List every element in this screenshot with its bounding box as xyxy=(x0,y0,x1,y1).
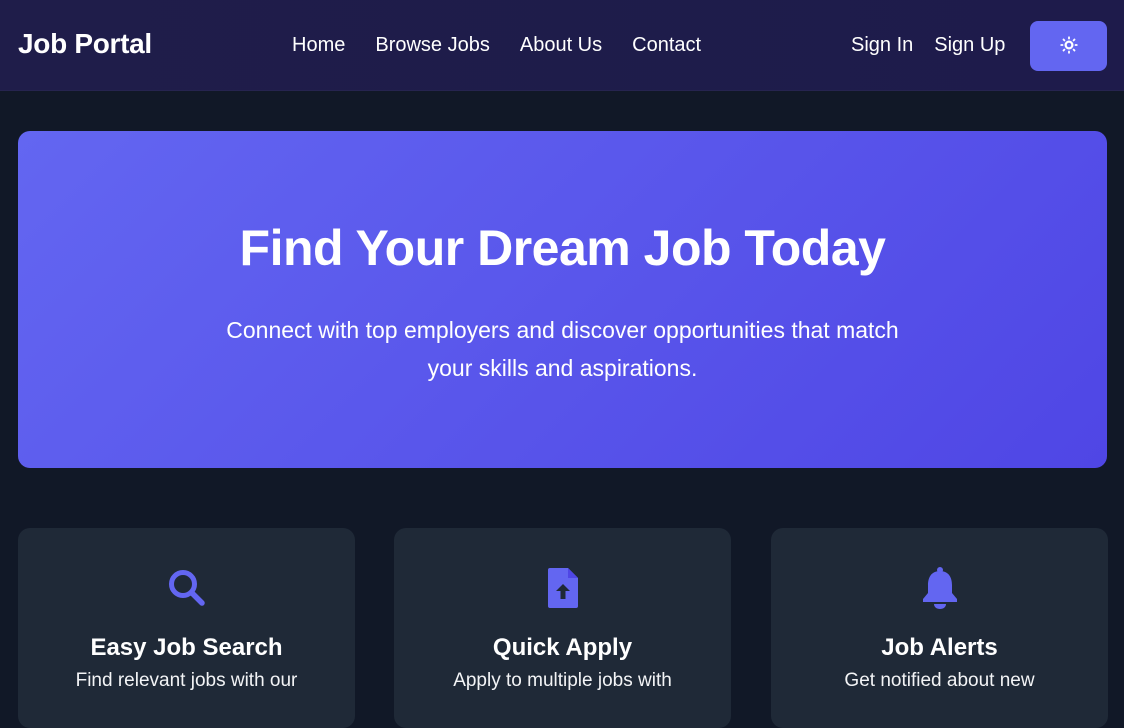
hero-banner: Find Your Dream Job Today Connect with t… xyxy=(18,131,1107,468)
bell-icon xyxy=(771,566,1108,610)
feature-title: Job Alerts xyxy=(881,634,998,661)
search-icon xyxy=(18,566,355,610)
feature-title: Quick Apply xyxy=(492,634,633,661)
file-upload-icon xyxy=(394,566,731,610)
nav-link-contact[interactable]: Contact xyxy=(632,34,701,57)
sign-up-link[interactable]: Sign Up xyxy=(934,34,1005,57)
feature-text: Apply to multiple jobs with xyxy=(453,670,672,691)
navbar: Job Portal Home Browse Jobs About Us Con… xyxy=(0,0,1124,91)
sign-in-link[interactable]: Sign In xyxy=(851,34,913,57)
main-nav: Home Browse Jobs About Us Contact xyxy=(292,34,701,57)
nav-link-about-us[interactable]: About Us xyxy=(520,34,602,57)
feature-text: Get notified about new xyxy=(844,670,1035,691)
feature-card-quick-apply: Quick Apply Apply to multiple jobs with xyxy=(394,528,731,728)
nav-link-browse-jobs[interactable]: Browse Jobs xyxy=(375,34,490,57)
feature-card-easy-job-search: Easy Job Search Find relevant jobs with … xyxy=(18,528,355,728)
hero-subtitle: Connect with top employers and discover … xyxy=(226,317,899,381)
sun-icon xyxy=(1059,35,1078,57)
theme-toggle-button[interactable] xyxy=(1030,21,1107,71)
hero-title: Find Your Dream Job Today xyxy=(239,220,886,276)
auth-links: Sign In Sign Up xyxy=(851,34,1005,57)
feature-card-job-alerts: Job Alerts Get notified about new xyxy=(771,528,1108,728)
brand-logo[interactable]: Job Portal xyxy=(18,28,152,60)
nav-link-home[interactable]: Home xyxy=(292,34,345,57)
feature-title: Easy Job Search xyxy=(90,634,283,661)
feature-text: Find relevant jobs with our xyxy=(75,670,298,691)
